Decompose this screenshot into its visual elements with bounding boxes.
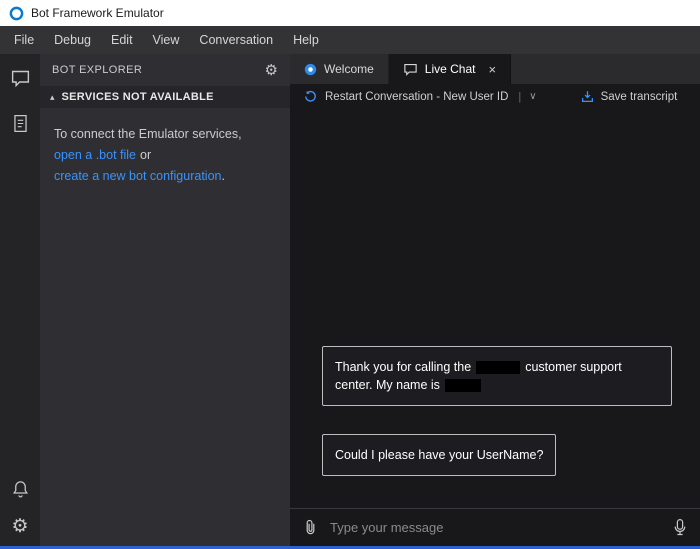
or-text: or [140,148,152,162]
menu-bar: File Debug Edit View Conversation Help [0,26,700,54]
redacted-text [444,379,481,393]
editor-tabs: Welcome Live Chat × [290,54,700,84]
services-empty-state: To connect the Emulator services, open a… [40,108,290,203]
redacted-text [476,361,521,375]
toolbar-separator: | [518,90,522,103]
restart-dropdown-chevron-icon[interactable]: ∨ [529,91,536,102]
menu-help[interactable]: Help [283,26,329,54]
save-transcript-icon [581,90,594,103]
period-text: . [221,169,225,183]
tab-welcome-label: Welcome [324,62,374,76]
tab-welcome[interactable]: Welcome [290,54,389,84]
microphone-icon[interactable] [673,518,687,537]
bot-explorer-sidebar: BOT EXPLORER ⚙ ▴ SERVICES NOT AVAILABLE … [40,54,290,546]
app-logo-icon [9,6,24,21]
open-bot-file-link[interactable]: open a .bot file [54,148,136,162]
message-list: Thank you for calling the customer suppor… [322,346,680,476]
menu-conversation[interactable]: Conversation [189,26,283,54]
services-section-title: SERVICES NOT AVAILABLE [61,91,214,103]
main-panel: Welcome Live Chat × Restart Conversation… [290,54,700,546]
window-title: Bot Framework Emulator [31,6,164,20]
services-intro-text: To connect the Emulator services, [54,127,242,141]
attachment-paperclip-icon[interactable] [303,518,318,537]
create-bot-configuration-link[interactable]: create a new bot configuration [54,169,221,183]
title-bar: Bot Framework Emulator [0,0,700,26]
message-composer [290,508,700,546]
message-text: Could I please have your UserName? [335,448,544,462]
tab-live-chat[interactable]: Live Chat × [388,54,512,84]
menu-file[interactable]: File [4,26,44,54]
message-input[interactable] [330,520,661,535]
bot-explorer-header: BOT EXPLORER ⚙ [40,54,290,86]
notifications-bell-icon[interactable] [11,479,30,499]
save-transcript-label: Save transcript [600,90,678,103]
bot-framework-emulator-window: Bot Framework Emulator File Debug Edit V… [0,0,700,549]
chat-bubble-icon[interactable] [10,68,31,89]
menu-edit[interactable]: Edit [101,26,143,54]
settings-gear-icon[interactable]: ⚙ [11,517,28,536]
services-section-header[interactable]: ▴ SERVICES NOT AVAILABLE [40,86,290,108]
section-collapse-icon: ▴ [50,91,55,102]
speech-bubble-icon [403,62,418,77]
bot-explorer-settings-icon[interactable]: ⚙ [265,63,278,78]
bot-message: Could I please have your UserName? [322,434,557,476]
tab-live-chat-label: Live Chat [424,62,476,76]
conversation-toolbar: Restart Conversation - New User ID | ∨ S… [290,84,700,109]
transcript-document-icon[interactable] [11,113,30,134]
activity-bar: ⚙ [0,54,40,546]
bot-logo-icon [304,63,317,76]
chat-transcript: Thank you for calling the customer suppor… [290,109,700,508]
menu-view[interactable]: View [143,26,190,54]
bot-message: Thank you for calling the customer suppor… [322,346,672,406]
restart-icon [304,90,317,103]
tab-close-icon[interactable]: × [489,62,497,77]
save-transcript-button[interactable]: Save transcript [581,90,678,103]
restart-conversation-button[interactable]: Restart Conversation - New User ID [325,91,508,103]
menu-debug[interactable]: Debug [44,26,101,54]
bot-explorer-title: BOT EXPLORER [52,64,143,76]
message-text: Thank you for calling the [335,360,472,374]
